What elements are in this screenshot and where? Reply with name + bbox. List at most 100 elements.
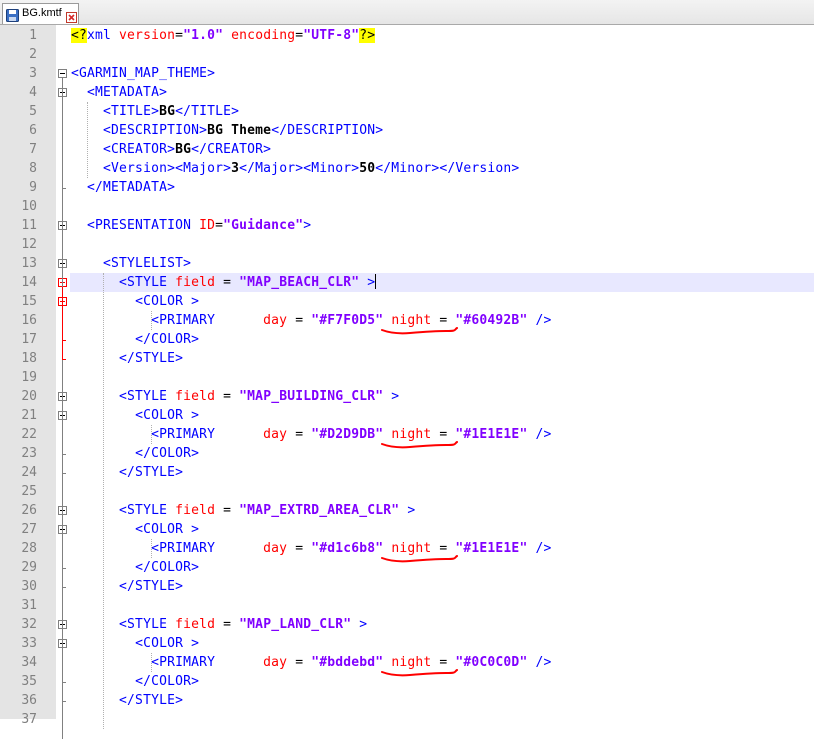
code-line[interactable]: 32 <STYLE field = "MAP_LAND_CLR" > (0, 615, 814, 634)
red-underline-annotation (381, 555, 458, 563)
code-token: </COLOR> (135, 446, 200, 461)
code-text: <PRIMARY day = "#D2D9DB" night = "#1E1E1… (71, 425, 551, 444)
code-line[interactable]: 30 </STYLE> (0, 577, 814, 596)
code-token: ID (199, 218, 216, 233)
fold-end-mark (62, 701, 66, 702)
code-token: "MAP_EXTRD_AREA_CLR" (239, 503, 400, 518)
code-line[interactable]: 21 <COLOR > (0, 406, 814, 425)
code-token: 50 (359, 161, 376, 176)
indent-guide (151, 653, 152, 672)
line-number: 37 (21, 712, 37, 727)
line-number: 32 (21, 617, 37, 632)
code-text: </COLOR> (71, 330, 199, 349)
code-token: "#bddebd" (311, 655, 384, 670)
code-line[interactable]: 4 <METADATA> (0, 83, 814, 102)
line-number: 22 (21, 427, 37, 442)
code-token: <Version><Major> (103, 161, 232, 176)
code-token: day (263, 655, 288, 670)
code-line[interactable]: 36 </STYLE> (0, 691, 814, 710)
code-line[interactable]: 33 <COLOR > (0, 634, 814, 653)
code-token: field (175, 503, 216, 518)
code-token: "UTF-8" (303, 28, 360, 43)
code-line[interactable]: 7 <CREATOR>BG</CREATOR> (0, 140, 814, 159)
code-token: <PRIMARY (151, 313, 264, 328)
code-line[interactable]: 37 (0, 710, 814, 729)
code-token: <TITLE> (103, 104, 160, 119)
code-token: </COLOR> (135, 674, 200, 689)
code-line[interactable]: 27 <COLOR > (0, 520, 814, 539)
code-line[interactable]: 15 <COLOR > (0, 292, 814, 311)
code-line[interactable]: 14 <STYLE field = "MAP_BEACH_CLR" > (21, 273, 814, 292)
code-line[interactable]: 1 <?xml version="1.0" encoding="UTF-8"?> (0, 26, 814, 45)
code-token: = (287, 541, 312, 556)
line-number: 12 (21, 237, 37, 252)
code-token: </TITLE> (175, 104, 240, 119)
code-line[interactable]: 20 <STYLE field = "MAP_BUILDING_CLR" > (0, 387, 814, 406)
code-line[interactable]: 18 </STYLE> (0, 349, 814, 368)
code-line[interactable]: 13 <STYLELIST> (0, 254, 814, 273)
line-number: 20 (21, 389, 37, 404)
code-text: <PRIMARY day = "#d1c6b8" night = "#1E1E1… (71, 539, 551, 558)
code-token: "#F7F0D5" (311, 313, 384, 328)
code-text: <STYLELIST> (71, 254, 191, 273)
code-line[interactable]: 11 <PRESENTATION ID="Guidance"> (0, 216, 814, 235)
tab-filename: BG.kmtf (22, 7, 62, 19)
code-token: <STYLELIST> (103, 256, 192, 271)
code-token: BG Theme (207, 123, 272, 138)
code-token: <STYLE (119, 389, 176, 404)
line-number: 28 (21, 541, 37, 556)
fold-toggle-icon[interactable] (58, 69, 67, 78)
file-tab[interactable]: BG.kmtf (2, 3, 79, 24)
code-token: > (383, 389, 400, 404)
fold-end-mark (62, 454, 66, 455)
line-number: 9 (29, 180, 37, 195)
code-line[interactable]: 24 </STYLE> (0, 463, 814, 482)
code-token: <PRIMARY (151, 427, 264, 442)
code-token: <PRIMARY (151, 541, 264, 556)
code-token: = (175, 28, 184, 43)
code-token: encoding (231, 28, 296, 43)
code-text: <PRIMARY day = "#F7F0D5" night = "#60492… (71, 311, 551, 330)
code-line[interactable]: 3 <GARMIN_MAP_THEME> (0, 64, 814, 83)
code-token: /> (527, 427, 552, 442)
text-caret (375, 274, 377, 289)
code-token: field (175, 617, 216, 632)
code-line[interactable]: 25 (0, 482, 814, 501)
code-token: "1.0" (183, 28, 224, 43)
code-text: <METADATA> (71, 83, 167, 102)
code-token: </COLOR> (135, 332, 200, 347)
indent-guide (151, 311, 152, 330)
code-token: "MAP_BUILDING_CLR" (239, 389, 384, 404)
close-icon[interactable] (66, 8, 77, 23)
code-token: day (263, 541, 288, 556)
code-line[interactable]: 31 (0, 596, 814, 615)
code-text: <PRIMARY day = "#bddebd" night = "#0C0C0… (71, 653, 551, 672)
code-token: <STYLE (119, 503, 176, 518)
code-line[interactable]: 8 <Version><Major>3</Major><Minor>50</Mi… (0, 159, 814, 178)
line-number: 19 (21, 370, 37, 385)
line-number: 11 (21, 218, 37, 233)
fold-end-mark (62, 587, 66, 588)
code-line[interactable]: 9 </METADATA> (0, 178, 814, 197)
code-line[interactable]: 6 <DESCRIPTION>BG Theme</DESCRIPTION> (0, 121, 814, 140)
code-token: > (399, 503, 416, 518)
fold-line (62, 78, 63, 739)
code-line[interactable]: 19 (0, 368, 814, 387)
code-token: BG (159, 104, 176, 119)
code-token: "#D2D9DB" (311, 427, 384, 442)
code-token: "#0C0C0D" (455, 655, 528, 670)
code-text: <STYLE field = "MAP_BEACH_CLR" > (71, 273, 377, 292)
code-line[interactable]: 5 <TITLE>BG</TITLE> (0, 102, 814, 121)
code-line[interactable]: 12 (0, 235, 814, 254)
code-token: "#1E1E1E" (455, 427, 528, 442)
line-number: 16 (21, 313, 37, 328)
code-line[interactable]: 10 (0, 197, 814, 216)
code-line[interactable]: 2 (0, 45, 814, 64)
code-line[interactable]: 26 <STYLE field = "MAP_EXTRD_AREA_CLR" > (0, 501, 814, 520)
